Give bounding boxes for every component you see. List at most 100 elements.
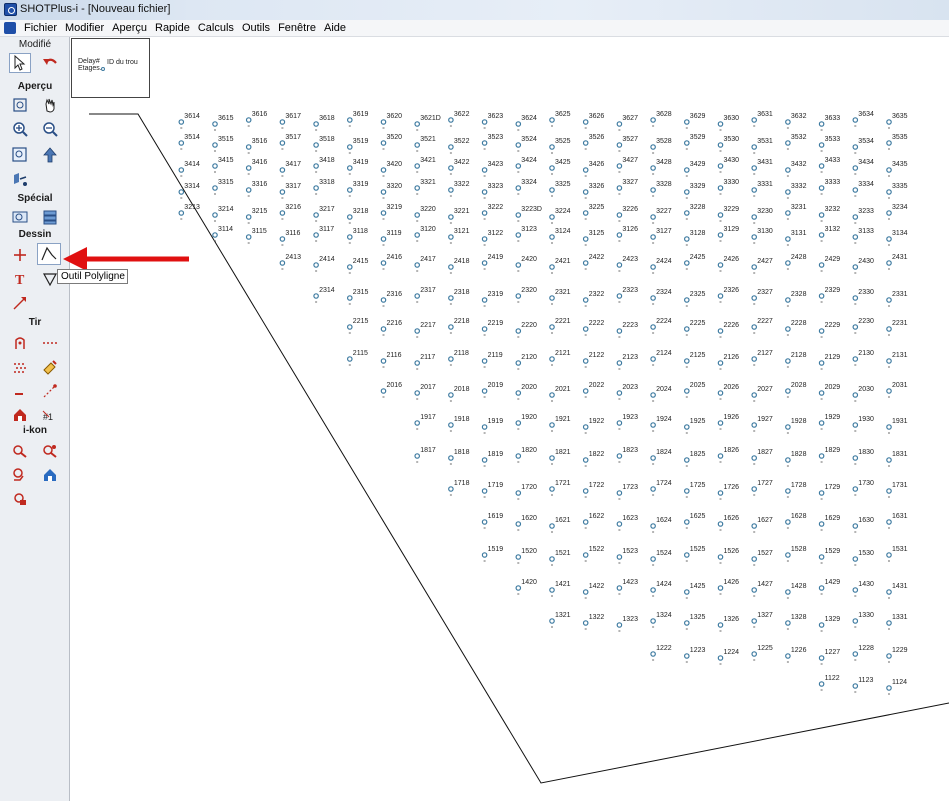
blast-hole[interactable]: [549, 523, 555, 529]
blast-hole[interactable]: [414, 328, 421, 334]
blast-hole[interactable]: [751, 356, 758, 362]
blast-hole[interactable]: [751, 187, 758, 193]
blast-hole[interactable]: [852, 683, 859, 689]
blast-hole[interactable]: [886, 457, 892, 463]
blast-hole[interactable]: [346, 356, 353, 362]
blast-hole[interactable]: [380, 140, 387, 146]
menu-modifier[interactable]: Modifier: [61, 22, 108, 34]
blast-hole[interactable]: [448, 486, 454, 492]
blast-hole[interactable]: [279, 167, 286, 173]
zoom-window-icon[interactable]: [9, 145, 31, 165]
blast-hole[interactable]: [414, 142, 421, 148]
blast-hole[interactable]: [818, 622, 825, 628]
menu-apercu[interactable]: Aperçu: [108, 22, 151, 34]
blast-hole[interactable]: [683, 236, 690, 242]
blast-hole[interactable]: [549, 214, 555, 220]
blast-hole[interactable]: [717, 554, 724, 560]
blast-hole[interactable]: [717, 390, 724, 396]
blast-hole[interactable]: [818, 420, 825, 426]
blast-hole[interactable]: [785, 552, 791, 558]
blast-hole[interactable]: [313, 121, 319, 127]
blast-hole[interactable]: [785, 519, 791, 525]
blast-hole[interactable]: [481, 297, 488, 303]
blast-hole[interactable]: [650, 455, 656, 461]
blast-hole[interactable]: [279, 210, 286, 216]
blast-hole[interactable]: [751, 144, 758, 150]
blast-hole[interactable]: [448, 214, 454, 220]
blast-hole[interactable]: [852, 264, 859, 270]
blast-hole[interactable]: [852, 618, 859, 624]
blast-hole[interactable]: [886, 210, 892, 216]
blast-hole[interactable]: [616, 293, 623, 299]
ikon-icon-5[interactable]: [9, 489, 31, 509]
blast-hole[interactable]: [582, 140, 589, 146]
blast-hole[interactable]: [683, 119, 690, 125]
blast-hole[interactable]: [582, 297, 589, 303]
north-arrow-icon[interactable]: [39, 145, 61, 165]
blast-hole[interactable]: [346, 234, 353, 240]
blast-hole[interactable]: [414, 293, 421, 299]
blast-hole[interactable]: [683, 189, 690, 195]
blast-hole[interactable]: [818, 655, 825, 661]
blast-hole[interactable]: [683, 488, 690, 494]
blast-hole[interactable]: [481, 236, 488, 242]
blast-hole[interactable]: [616, 360, 623, 366]
blast-hole[interactable]: [818, 390, 825, 396]
blast-hole[interactable]: [650, 165, 656, 171]
document-icon[interactable]: [4, 22, 16, 34]
plus-icon[interactable]: [9, 245, 31, 265]
blast-hole[interactable]: [414, 262, 421, 268]
blast-hole[interactable]: [717, 622, 724, 628]
ikon-icon-3[interactable]: [9, 465, 31, 485]
blast-hole[interactable]: [818, 490, 825, 496]
blast-hole[interactable]: [549, 117, 555, 123]
blast-hole[interactable]: [683, 552, 690, 558]
blast-hole[interactable]: [717, 121, 724, 127]
blast-hole[interactable]: [818, 360, 825, 366]
blast-hole[interactable]: [683, 358, 690, 364]
blast-hole[interactable]: [886, 685, 892, 691]
trace-icon[interactable]: [39, 381, 61, 401]
blast-hole[interactable]: [582, 210, 589, 216]
blast-hole[interactable]: [616, 212, 623, 218]
blast-hole[interactable]: [549, 356, 555, 362]
blast-hole[interactable]: [886, 653, 892, 659]
blast-hole[interactable]: [313, 212, 319, 218]
text-icon[interactable]: T: [9, 269, 31, 289]
menu-calculs[interactable]: Calculs: [194, 22, 238, 34]
blast-hole[interactable]: [616, 142, 623, 148]
blast-hole[interactable]: [414, 163, 421, 169]
blast-hole[interactable]: [346, 214, 353, 220]
blast-hole[interactable]: [481, 519, 488, 525]
blast-hole[interactable]: [751, 165, 758, 171]
blast-hole[interactable]: [549, 422, 555, 428]
house-icon[interactable]: [9, 405, 31, 425]
blast-hole[interactable]: [515, 328, 522, 334]
blast-hole[interactable]: [380, 236, 387, 242]
blast-hole[interactable]: [886, 119, 892, 125]
blast-hole[interactable]: [515, 232, 522, 238]
blast-hole[interactable]: [717, 262, 724, 268]
blast-hole[interactable]: [886, 488, 892, 494]
menu-aide[interactable]: Aide: [320, 22, 350, 34]
blast-hole[interactable]: [549, 392, 555, 398]
blast-hole[interactable]: [616, 521, 623, 527]
blast-hole[interactable]: [650, 214, 656, 220]
blast-hole[interactable]: [515, 360, 522, 366]
blast-hole[interactable]: [414, 453, 421, 459]
blast-hole[interactable]: [549, 556, 555, 562]
blast-hole[interactable]: [380, 297, 387, 303]
blast-hole[interactable]: [380, 119, 387, 125]
blast-hole[interactable]: [515, 212, 522, 218]
blast-hole[interactable]: [818, 232, 825, 238]
blast-hole[interactable]: [346, 295, 353, 301]
blast-hole[interactable]: [178, 167, 185, 173]
blast-hole[interactable]: [212, 121, 218, 127]
blast-hole[interactable]: [582, 488, 589, 494]
menu-fenetre[interactable]: Fenêtre: [274, 22, 320, 34]
blast-hole[interactable]: [616, 622, 623, 628]
blast-hole[interactable]: [178, 210, 185, 216]
blast-hole[interactable]: [549, 587, 555, 593]
blast-hole[interactable]: [751, 295, 758, 301]
blast-hole[interactable]: [683, 326, 690, 332]
